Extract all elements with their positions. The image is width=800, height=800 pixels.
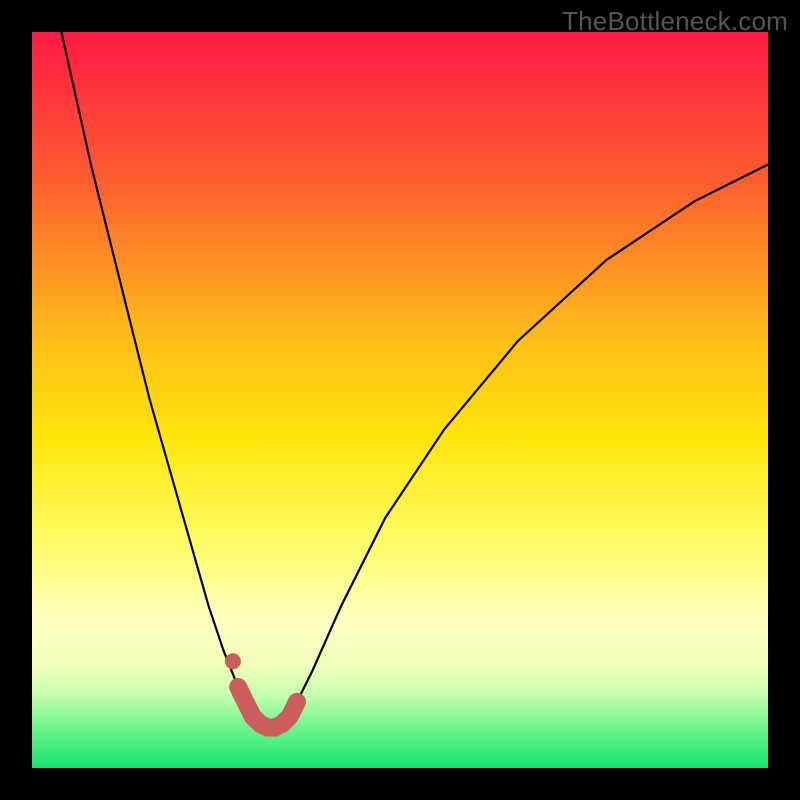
chart-plot-area (32, 32, 768, 768)
highlight-band-path (238, 687, 297, 728)
watermark-text: TheBottleneck.com (562, 6, 788, 37)
highlight-dot (225, 653, 241, 669)
chart-svg (32, 32, 768, 768)
bottleneck-curve-line (61, 32, 768, 728)
